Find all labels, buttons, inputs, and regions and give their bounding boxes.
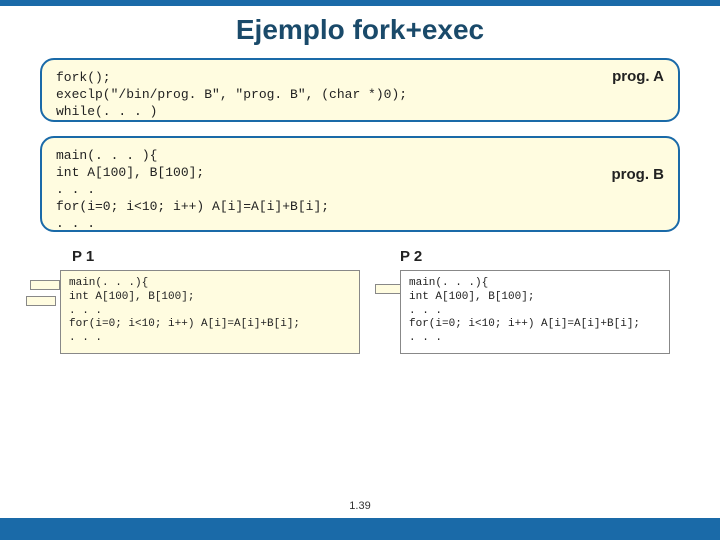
- overlap-tab-2: [26, 296, 56, 306]
- code-box-p1: main(. . .){ int A[100], B[100]; . . . f…: [60, 270, 360, 354]
- code-box-prog-b: main(. . . ){ int A[100], B[100]; . . . …: [40, 136, 680, 232]
- label-p2: P 2: [400, 248, 422, 265]
- bottom-band: [0, 518, 720, 540]
- page-number: 1.39: [0, 500, 720, 512]
- slide-title: Ejemplo fork+exec: [0, 14, 720, 46]
- code-p2: main(. . .){ int A[100], B[100]; . . . f…: [409, 277, 661, 346]
- overlap-tab-1: [30, 280, 60, 290]
- label-p1: P 1: [72, 248, 94, 265]
- label-prog-a: prog. A: [612, 68, 664, 85]
- top-band: [0, 0, 720, 6]
- label-prog-b: prog. B: [612, 166, 665, 183]
- code-prog-b: main(. . . ){ int A[100], B[100]; . . . …: [56, 148, 664, 232]
- code-p1: main(. . .){ int A[100], B[100]; . . . f…: [69, 277, 351, 346]
- code-box-p2: main(. . .){ int A[100], B[100]; . . . f…: [400, 270, 670, 354]
- code-prog-a: fork(); execlp("/bin/prog. B", "prog. B"…: [56, 70, 664, 121]
- code-box-prog-a: fork(); execlp("/bin/prog. B", "prog. B"…: [40, 58, 680, 122]
